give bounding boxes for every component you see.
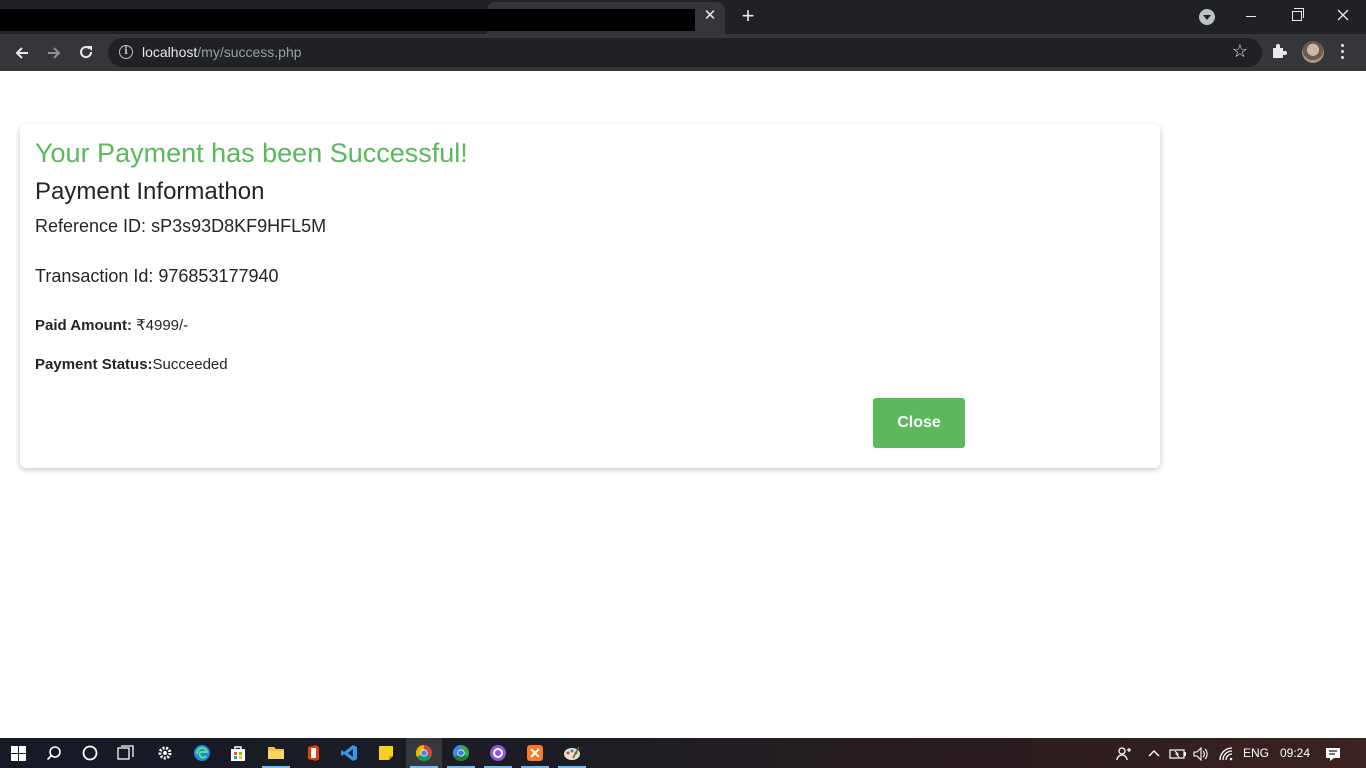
close-icon [1337, 9, 1349, 21]
tab-search-icon[interactable] [1199, 9, 1215, 25]
people-icon[interactable] [1113, 738, 1135, 768]
paid-amount-label: Paid Amount: [35, 317, 132, 334]
store-icon[interactable] [220, 738, 256, 768]
browser-tab-bar: ✕ + [0, 0, 1366, 34]
payment-status-value: Succeeded [152, 356, 228, 373]
payment-status-label: Payment Status: [35, 356, 153, 373]
clock-time[interactable]: 09:24 [1280, 738, 1310, 768]
search-icon[interactable] [36, 738, 72, 768]
success-title: Your Payment has been Successful! [35, 138, 468, 168]
edge-icon[interactable] [184, 738, 220, 768]
chrome-canary-icon[interactable] [443, 738, 479, 768]
file-explorer-icon[interactable] [258, 738, 294, 768]
xampp-icon[interactable] [517, 738, 553, 768]
paid-amount-row: Paid Amount: ₹4999/- [35, 316, 188, 334]
url-host: localhost [142, 44, 198, 60]
wifi-icon[interactable] [1216, 738, 1238, 768]
reference-id-row: Reference ID: sP3s93D8KF9HFL5M [35, 216, 326, 237]
extensions-puzzle-icon[interactable] [1270, 42, 1288, 60]
bookmark-star-icon[interactable]: ☆ [1232, 41, 1248, 62]
transaction-id-value: 976853177940 [153, 266, 279, 286]
vscode-icon[interactable] [331, 738, 367, 768]
sticky-notes-icon[interactable] [368, 738, 404, 768]
volume-icon[interactable] [1190, 738, 1212, 768]
paid-amount-value: ₹4999/- [131, 317, 189, 334]
cortana-icon[interactable] [72, 738, 108, 768]
chevron-up-icon[interactable] [1143, 738, 1165, 768]
task-view-icon[interactable] [108, 738, 144, 768]
payment-info-heading: Payment Informathon [35, 178, 265, 205]
minimize-button[interactable] [1228, 0, 1274, 30]
profile-avatar[interactable] [1302, 41, 1324, 63]
tab-close-icon[interactable]: ✕ [700, 6, 720, 26]
transaction-id-label: Transaction Id: [35, 266, 154, 286]
browser-toolbar: i localhost/my/success.php ☆ [0, 34, 1366, 71]
payment-status-row: Payment Status:Succeeded [35, 356, 228, 373]
reference-id-value: sP3s93D8KF9HFL5M [146, 216, 327, 236]
notifications-icon[interactable] [1322, 738, 1344, 768]
redacted-tab-titles [0, 9, 695, 31]
settings-icon[interactable] [147, 738, 183, 768]
new-tab-icon[interactable]: + [737, 5, 759, 27]
reload-button[interactable] [73, 39, 99, 65]
site-info-icon[interactable]: i [119, 45, 133, 59]
windows-taskbar: ENG 09:24 [0, 738, 1366, 768]
language-indicator[interactable]: ENG [1243, 738, 1269, 768]
github-desktop-icon[interactable] [480, 738, 516, 768]
forward-button[interactable] [41, 39, 67, 65]
transaction-id-row: Transaction Id: 976853177940 [35, 266, 279, 287]
browser-menu-icon[interactable] [1336, 41, 1348, 63]
battery-icon[interactable] [1167, 738, 1189, 768]
back-button[interactable] [9, 39, 35, 65]
restore-button[interactable] [1274, 0, 1320, 30]
close-window-button[interactable] [1320, 0, 1366, 30]
arrow-left-icon [15, 47, 28, 59]
paint-icon[interactable] [554, 738, 590, 768]
minimize-icon [1246, 15, 1256, 17]
close-button[interactable]: Close [873, 398, 965, 448]
reload-icon [80, 45, 93, 59]
address-bar[interactable]: i localhost/my/success.php ☆ [108, 38, 1262, 67]
restore-icon [1292, 8, 1304, 22]
url-text[interactable]: localhost/my/success.php [142, 44, 302, 60]
arrow-right-icon [48, 47, 61, 59]
payment-success-card: Your Payment has been Successful! Paymen… [20, 124, 1160, 468]
office-icon[interactable] [295, 738, 331, 768]
reference-id-label: Reference ID: [35, 216, 147, 236]
chrome-icon[interactable] [406, 738, 442, 768]
url-path: /my/success.php [197, 44, 302, 60]
start-icon[interactable] [0, 738, 36, 768]
